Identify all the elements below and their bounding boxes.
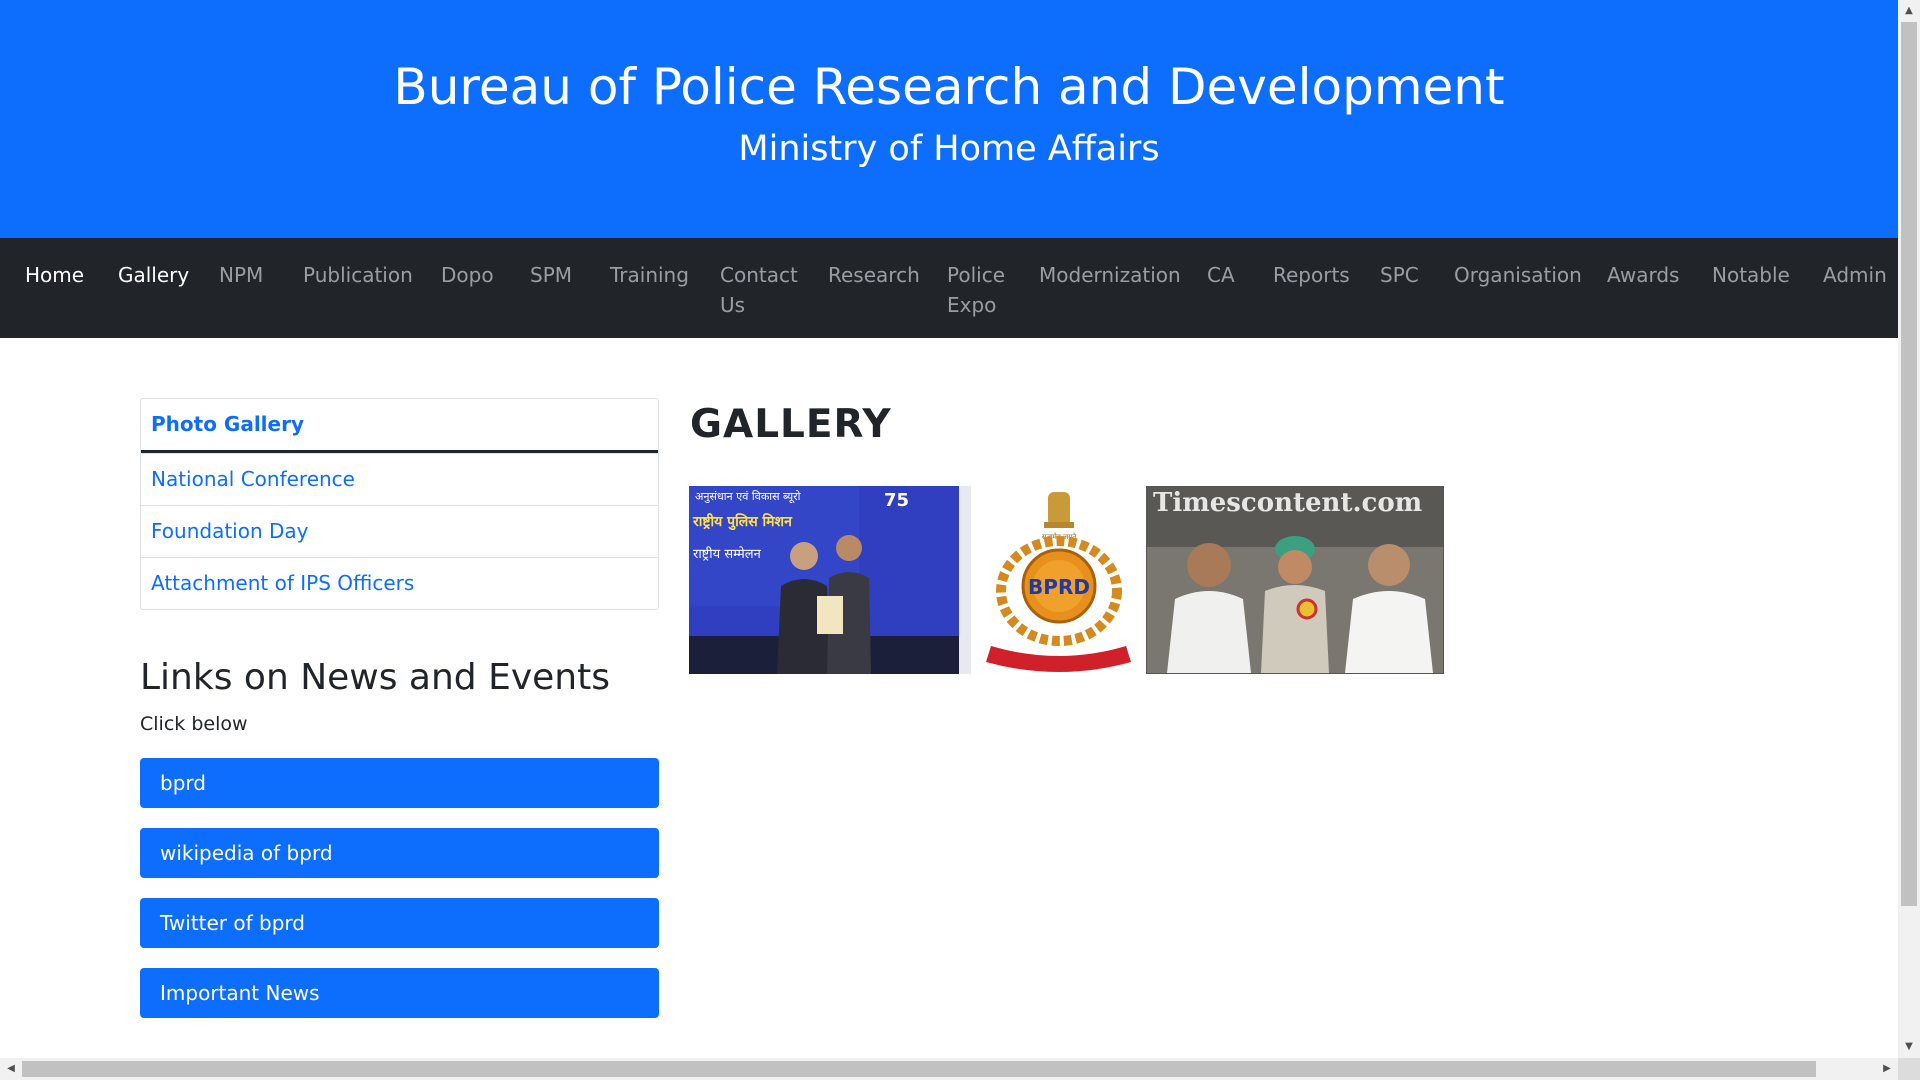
nav-item-training[interactable]: Training (610, 260, 689, 290)
bprd-emblem-image: सत्यमेव जयते BPRD (986, 492, 1131, 672)
bprd-link-button[interactable]: bprd (140, 758, 659, 808)
nav-item-npm[interactable]: NPM (219, 260, 263, 290)
ceremony-image: अनुसंधान एवं विकास ब्यूरो राष्ट्रीय पुलि… (689, 486, 971, 674)
nav-item-awards[interactable]: Awards (1607, 260, 1679, 290)
gallery-thumbnail-ceremony[interactable]: अनुसंधान एवं विकास ब्यूरो राष्ट्रीय पुलि… (689, 486, 971, 674)
scrollbar-corner (1898, 1058, 1920, 1080)
nav-item-research[interactable]: Research (828, 260, 920, 290)
banner-text-main: राष्ट्रीय पुलिस मिशन (692, 513, 793, 531)
horizontal-scroll-thumb[interactable] (22, 1061, 1816, 1077)
site-header: Bureau of Police Research and Developmen… (0, 0, 1898, 238)
nav-item-contact-us[interactable]: Contact Us (720, 260, 798, 320)
nav-item-modernization[interactable]: Modernization (1039, 260, 1181, 290)
emblem-bprd-text: BPRD (1028, 575, 1090, 599)
nav-item-admin[interactable]: Admin (1823, 260, 1887, 290)
nav-item-reports[interactable]: Reports (1273, 260, 1350, 290)
links-section-title: Links on News and Events (140, 657, 610, 698)
scroll-down-arrow-icon[interactable]: ▼ (1898, 1036, 1920, 1058)
officers-image: Timescontent.com (1147, 487, 1443, 673)
nav-item-gallery[interactable]: Gallery (118, 260, 189, 290)
vertical-scrollbar[interactable]: ▲ ▼ (1898, 0, 1920, 1058)
important-news-button[interactable]: Important News (140, 968, 659, 1018)
banner-text-line: राष्ट्रीय सम्मेलन (693, 546, 762, 562)
scroll-right-arrow-icon[interactable]: ▶ (1876, 1058, 1898, 1080)
gallery-category-list: Photo Gallery National Conference Founda… (140, 398, 659, 610)
gallery-thumbnail-officers[interactable]: Timescontent.com (1146, 486, 1444, 674)
vertical-scroll-thumb[interactable] (1901, 22, 1917, 906)
scroll-up-arrow-icon[interactable]: ▲ (1898, 0, 1920, 22)
site-subtitle: Ministry of Home Affairs (738, 129, 1160, 169)
banner-text-top: अनुसंधान एवं विकास ब्यूरो (695, 490, 801, 504)
sidebar-item-national-conference[interactable]: National Conference (141, 453, 658, 505)
gallery-thumbnail-bprd-logo[interactable]: सत्यमेव जयते BPRD (976, 486, 1141, 674)
sidebar-item-foundation-day[interactable]: Foundation Day (141, 505, 658, 557)
nav-item-ca[interactable]: CA (1207, 260, 1235, 290)
nav-item-police-expo[interactable]: Police Expo (947, 260, 1005, 320)
nav-item-publication[interactable]: Publication (303, 260, 413, 290)
nav-item-organisation[interactable]: Organisation (1454, 260, 1582, 290)
image-watermark: Timescontent.com (1153, 488, 1422, 518)
links-section-subtitle: Click below (140, 713, 248, 735)
gallery-heading: GALLERY (690, 402, 892, 447)
nav-item-home[interactable]: Home (25, 260, 84, 290)
nav-item-dopo[interactable]: Dopo (441, 260, 494, 290)
banner-logo-75: 75 (884, 490, 909, 511)
gallery-sidebar: Photo Gallery National Conference Founda… (140, 398, 659, 610)
nav-item-spm[interactable]: SPM (530, 260, 572, 290)
nav-item-notable[interactable]: Notable (1712, 260, 1790, 290)
main-navbar: Home Gallery NPM Publication Dopo SPM Tr… (0, 238, 1898, 338)
nav-item-spc[interactable]: SPC (1380, 260, 1419, 290)
site-title: Bureau of Police Research and Developmen… (393, 58, 1505, 116)
page-viewport: Bureau of Police Research and Developmen… (0, 0, 1898, 1058)
scroll-left-arrow-icon[interactable]: ◀ (0, 1058, 22, 1080)
twitter-link-button[interactable]: Twitter of bprd (140, 898, 659, 948)
wikipedia-link-button[interactable]: wikipedia of bprd (140, 828, 659, 878)
horizontal-scrollbar[interactable]: ◀ ▶ (0, 1058, 1898, 1080)
sidebar-item-attachment-ips[interactable]: Attachment of IPS Officers (141, 557, 658, 609)
photo-gallery-header[interactable]: Photo Gallery (141, 399, 658, 453)
